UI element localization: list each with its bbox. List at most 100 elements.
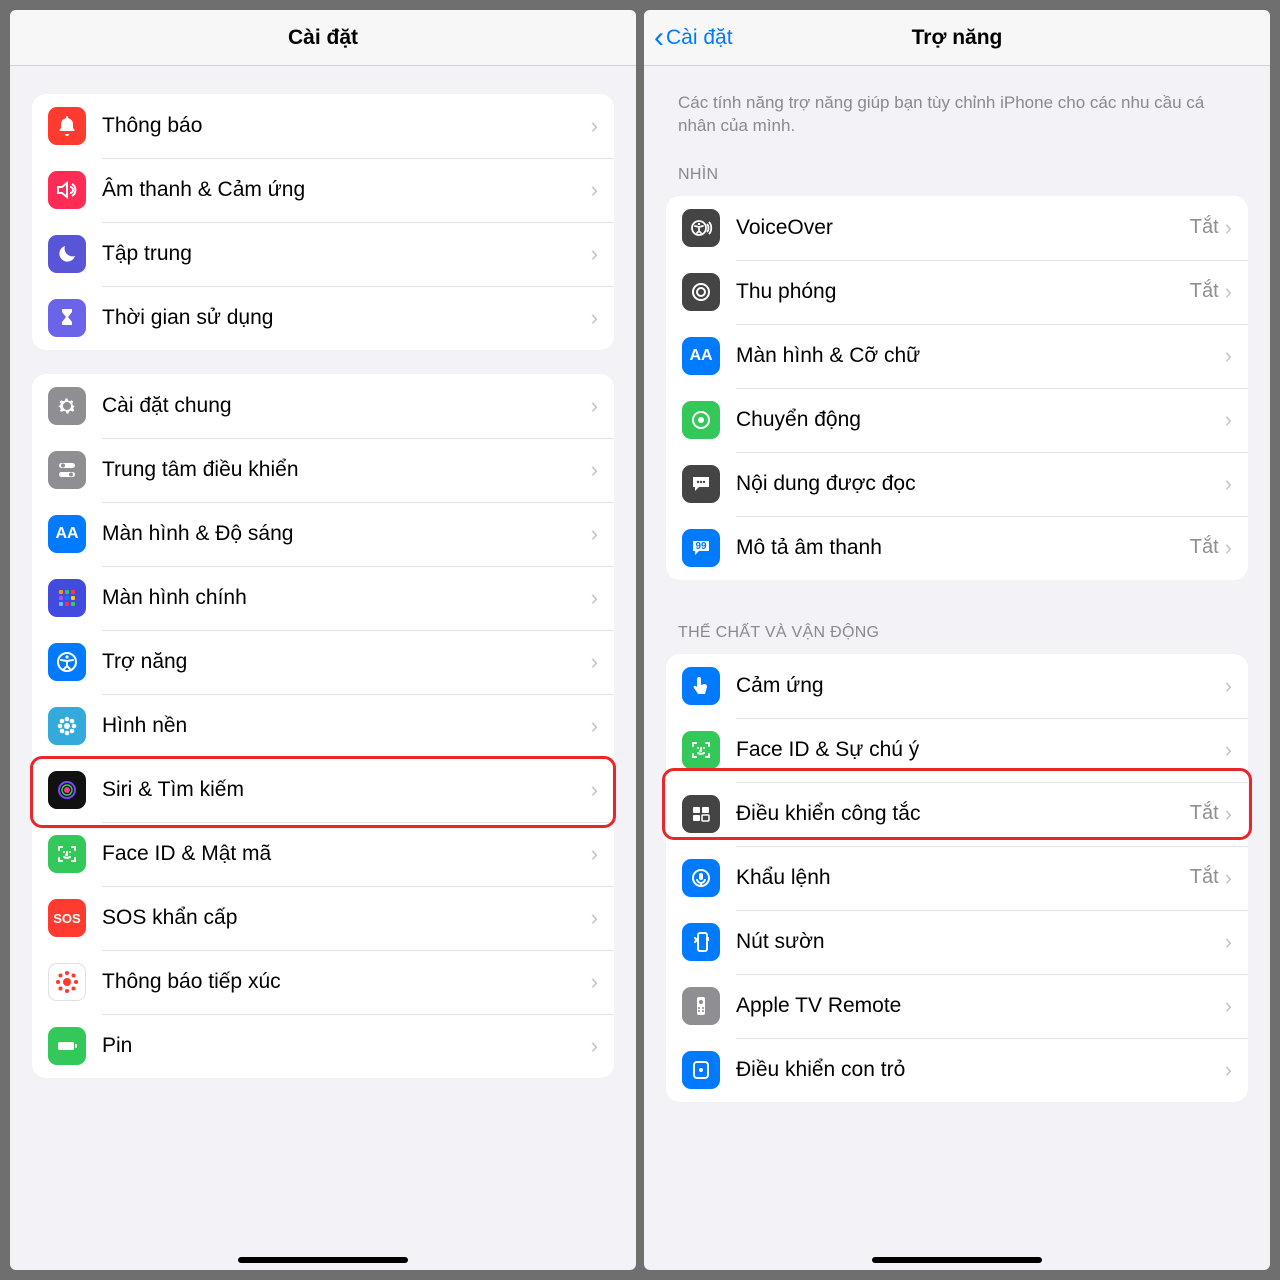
voice-control-icon bbox=[682, 859, 720, 897]
switches-icon bbox=[48, 451, 86, 489]
row-label: Thông báo tiếp xúc bbox=[102, 970, 591, 994]
switch-control-icon bbox=[682, 795, 720, 833]
chevron-right-icon: › bbox=[1225, 343, 1232, 369]
chevron-right-icon: › bbox=[1225, 865, 1232, 891]
row-value: Tắt bbox=[1190, 866, 1219, 889]
row-label: Face ID & Mật mã bbox=[102, 842, 591, 866]
row-label: Âm thanh & Cảm ứng bbox=[102, 178, 591, 202]
page-title: Trợ năng bbox=[912, 26, 1003, 50]
exposure-icon bbox=[48, 963, 86, 1001]
chevron-right-icon: › bbox=[1225, 279, 1232, 305]
row-accessibility[interactable]: Trợ năng › bbox=[32, 630, 614, 694]
row-label: Màn hình & Cỡ chữ bbox=[736, 344, 1225, 368]
row-display[interactable]: AA Màn hình & Độ sáng › bbox=[32, 502, 614, 566]
row-label: Điều khiển con trỏ bbox=[736, 1058, 1225, 1082]
chevron-right-icon: › bbox=[591, 777, 598, 803]
row-general[interactable]: Cài đặt chung › bbox=[32, 374, 614, 438]
nav-bar: ‹ Cài đặt Trợ năng bbox=[644, 10, 1270, 66]
group-sound: Thông báo › Âm thanh & Cảm ứng › Tập tru… bbox=[32, 94, 614, 350]
zoom-icon bbox=[682, 273, 720, 311]
side-button-icon bbox=[682, 923, 720, 961]
faceid-icon bbox=[48, 835, 86, 873]
home-indicator bbox=[872, 1257, 1042, 1263]
settings-content: Thông báo › Âm thanh & Cảm ứng › Tập tru… bbox=[10, 66, 636, 1270]
row-spoken-content[interactable]: Nội dung được đọc › bbox=[666, 452, 1248, 516]
chevron-right-icon: › bbox=[591, 585, 598, 611]
row-audio-desc[interactable]: 99 Mô tả âm thanh Tắt › bbox=[666, 516, 1248, 580]
row-pointer-control[interactable]: Điều khiển con trỏ › bbox=[666, 1038, 1248, 1102]
chevron-right-icon: › bbox=[1225, 471, 1232, 497]
faceid-icon bbox=[682, 731, 720, 769]
row-touch[interactable]: Cảm ứng › bbox=[666, 654, 1248, 718]
row-label: Trợ năng bbox=[102, 650, 591, 674]
row-label: Apple TV Remote bbox=[736, 994, 1225, 1018]
moon-icon bbox=[48, 235, 86, 273]
row-label: Màn hình & Độ sáng bbox=[102, 522, 591, 546]
chevron-right-icon: › bbox=[1225, 215, 1232, 241]
section-header-physical: THỂ CHẤT VÀ VẬN ĐỘNG bbox=[644, 604, 1270, 650]
chevron-right-icon: › bbox=[591, 713, 598, 739]
quote-bubble-icon: 99 bbox=[682, 529, 720, 567]
row-siri[interactable]: Siri & Tìm kiếm › bbox=[32, 758, 614, 822]
right-screenshot: ‹ Cài đặt Trợ năng Các tính năng trợ năn… bbox=[644, 10, 1270, 1270]
gear-icon bbox=[48, 387, 86, 425]
bell-icon bbox=[48, 107, 86, 145]
row-faceid[interactable]: Face ID & Mật mã › bbox=[32, 822, 614, 886]
row-zoom[interactable]: Thu phóng Tắt › bbox=[666, 260, 1248, 324]
row-value: Tắt bbox=[1190, 802, 1219, 825]
remote-icon bbox=[682, 987, 720, 1025]
row-sounds[interactable]: Âm thanh & Cảm ứng › bbox=[32, 158, 614, 222]
row-label: VoiceOver bbox=[736, 216, 1190, 240]
chevron-right-icon: › bbox=[591, 969, 598, 995]
row-exposure[interactable]: Thông báo tiếp xúc › bbox=[32, 950, 614, 1014]
row-value: Tắt bbox=[1190, 216, 1219, 239]
row-label: Thu phóng bbox=[736, 280, 1190, 304]
row-screentime[interactable]: Thời gian sử dụng › bbox=[32, 286, 614, 350]
row-appletv-remote[interactable]: Apple TV Remote › bbox=[666, 974, 1248, 1038]
row-label: Chuyển động bbox=[736, 408, 1225, 432]
voiceover-icon bbox=[682, 209, 720, 247]
row-label: Hình nền bbox=[102, 714, 591, 738]
svg-text:99: 99 bbox=[695, 541, 707, 552]
row-label: Mô tả âm thanh bbox=[736, 536, 1190, 560]
row-label: Màn hình chính bbox=[102, 586, 591, 610]
row-notifications[interactable]: Thông báo › bbox=[32, 94, 614, 158]
chevron-right-icon: › bbox=[591, 905, 598, 931]
row-sos[interactable]: SOS SOS khẩn cấp › bbox=[32, 886, 614, 950]
chevron-right-icon: › bbox=[1225, 801, 1232, 827]
row-wallpaper[interactable]: Hình nền › bbox=[32, 694, 614, 758]
row-motion[interactable]: Chuyển động › bbox=[666, 388, 1248, 452]
chevron-right-icon: › bbox=[591, 305, 598, 331]
motion-icon bbox=[682, 401, 720, 439]
row-voice-control[interactable]: Khẩu lệnh Tắt › bbox=[666, 846, 1248, 910]
nav-bar: Cài đặt bbox=[10, 10, 636, 66]
row-label: Nút sườn bbox=[736, 930, 1225, 954]
chevron-right-icon: › bbox=[591, 521, 598, 547]
row-label: Cảm ứng bbox=[736, 674, 1225, 698]
row-label: SOS khẩn cấp bbox=[102, 906, 591, 930]
row-side-button[interactable]: Nút sườn › bbox=[666, 910, 1248, 974]
row-label: Trung tâm điều khiển bbox=[102, 458, 591, 482]
chevron-right-icon: › bbox=[591, 177, 598, 203]
back-button[interactable]: ‹ Cài đặt bbox=[654, 23, 733, 53]
row-label: Cài đặt chung bbox=[102, 394, 591, 418]
row-voiceover[interactable]: VoiceOver Tắt › bbox=[666, 196, 1248, 260]
touch-icon bbox=[682, 667, 720, 705]
siri-icon bbox=[48, 771, 86, 809]
row-control-center[interactable]: Trung tâm điều khiển › bbox=[32, 438, 614, 502]
row-display-text[interactable]: AA Màn hình & Cỡ chữ › bbox=[666, 324, 1248, 388]
row-switch-control[interactable]: Điều khiển công tắc Tắt › bbox=[666, 782, 1248, 846]
chevron-right-icon: › bbox=[1225, 929, 1232, 955]
group-general: Cài đặt chung › Trung tâm điều khiển › A… bbox=[32, 374, 614, 1078]
row-focus[interactable]: Tập trung › bbox=[32, 222, 614, 286]
row-battery[interactable]: Pin › bbox=[32, 1014, 614, 1078]
chevron-right-icon: › bbox=[591, 393, 598, 419]
row-faceid-attention[interactable]: Face ID & Sự chú ý › bbox=[666, 718, 1248, 782]
group-vision: VoiceOver Tắt › Thu phóng Tắt › AA Màn h… bbox=[666, 196, 1248, 580]
chevron-right-icon: › bbox=[1225, 1057, 1232, 1083]
row-homescreen[interactable]: Màn hình chính › bbox=[32, 566, 614, 630]
row-label: Pin bbox=[102, 1034, 591, 1058]
hourglass-icon bbox=[48, 299, 86, 337]
chevron-left-icon: ‹ bbox=[654, 23, 664, 53]
chevron-right-icon: › bbox=[591, 113, 598, 139]
